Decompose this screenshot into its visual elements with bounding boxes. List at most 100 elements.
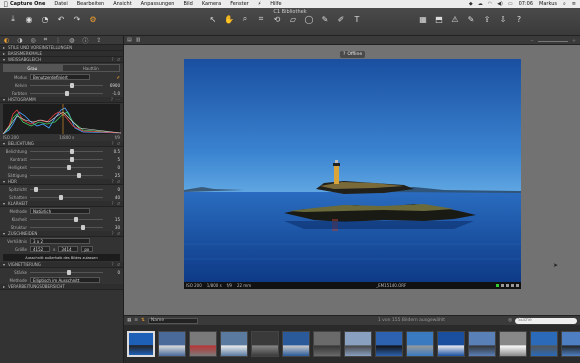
exposure-warning-icon[interactable]: ⚠ <box>450 14 460 24</box>
zoom-in-icon[interactable]: ＋ <box>572 38 576 44</box>
image-viewer[interactable]: ▤ ▥ － ＋ ? Offline ISO 200 1/800 s f/9 22… <box>124 36 580 315</box>
picker-tool-icon[interactable]: ✐ <box>336 14 346 24</box>
menu-datei[interactable]: Datei <box>54 1 67 7</box>
search-icon[interactable]: ⌕ <box>563 1 566 7</box>
hdr-1-slider[interactable] <box>30 194 103 200</box>
search-input[interactable]: Suche <box>515 317 577 324</box>
exposure-2-slider[interactable] <box>30 164 103 170</box>
proof-icon[interactable]: ⬒ <box>434 14 444 24</box>
tab-composition-icon[interactable]: ⌗ <box>44 36 47 44</box>
thumbnail[interactable] <box>189 331 217 357</box>
tint-slider[interactable] <box>30 90 103 96</box>
spot-tool-icon[interactable]: ◯ <box>304 14 314 24</box>
menu-app[interactable]: Capture One <box>10 1 45 7</box>
sort-icon[interactable]: ⇅ <box>141 318 145 323</box>
clarity-1-slider[interactable] <box>30 224 103 230</box>
section-histogram[interactable]: ▾ Histogramm? ⋯ <box>0 97 123 103</box>
crop-height-field[interactable]: 3414 <box>58 246 79 252</box>
volume-icon[interactable]: ◀) <box>497 1 503 7</box>
apply-adjust-icon[interactable]: ⇩ <box>498 14 508 24</box>
hdr-1-value[interactable]: 40 <box>106 195 120 200</box>
menu-kamera[interactable]: Kamera <box>202 1 221 7</box>
tab-metadata-icon[interactable]: ⓘ <box>82 36 88 45</box>
tab-output-icon[interactable]: ⇪ <box>96 37 101 44</box>
thumbnail[interactable] <box>561 331 580 357</box>
dropbox-icon[interactable]: ◆ <box>469 1 473 7</box>
thumbnail[interactable] <box>251 331 279 357</box>
tab-exposure-icon[interactable]: ◑ <box>17 37 22 44</box>
grid-icon[interactable]: ▦ <box>127 318 131 323</box>
exposure-0-value[interactable]: 0.5 <box>106 149 120 154</box>
zoom-tool-icon[interactable]: ⌕ <box>240 14 250 24</box>
select-tool-icon[interactable]: ↖ <box>208 14 218 24</box>
history-icon[interactable]: ◔ <box>40 14 50 24</box>
grid-view-icon[interactable]: ▦ <box>418 14 428 24</box>
camera-icon[interactable]: ◉ <box>24 14 34 24</box>
clarity-1-value[interactable]: 30 <box>106 225 120 230</box>
slider-knob[interactable] <box>77 172 82 178</box>
slider-knob[interactable] <box>70 148 75 154</box>
thumbnail[interactable] <box>344 331 372 357</box>
slider-knob[interactable] <box>33 186 38 192</box>
tab-hautton[interactable]: Hauttön <box>61 64 120 72</box>
text-tool-icon[interactable]: T <box>352 14 362 24</box>
thumbnail[interactable] <box>375 331 403 357</box>
thumbnail[interactable] <box>158 331 186 357</box>
menu-ansicht[interactable]: Ansicht <box>113 1 131 7</box>
pan-tool-icon[interactable]: ✋ <box>224 14 234 24</box>
exposure-3-value[interactable]: 25 <box>106 173 120 178</box>
vignette-method-select[interactable]: Elliptisch im Ausschnitt <box>30 277 100 283</box>
thumbnail[interactable] <box>220 331 248 357</box>
tab-detail-icon[interactable]: ⋮ <box>55 37 61 44</box>
thumbnail[interactable] <box>437 331 465 357</box>
slider-knob[interactable] <box>66 164 71 170</box>
tab-lens-icon[interactable]: ◎ <box>31 37 36 44</box>
slider-knob[interactable] <box>70 156 75 162</box>
import-icon[interactable]: ⤓ <box>8 14 18 24</box>
forward-icon[interactable]: ↷ <box>72 14 82 24</box>
tab-grau[interactable]: Grau <box>3 64 62 72</box>
slider-knob[interactable] <box>81 224 86 230</box>
help-icon[interactable]: ? <box>514 14 524 24</box>
thumbnail[interactable] <box>468 331 496 357</box>
multi-view-icon[interactable]: ▤ <box>127 37 132 43</box>
rotate-tool-icon[interactable]: ⟲ <box>272 14 282 24</box>
list-icon[interactable]: ≡ <box>572 1 576 7</box>
tab-local-icon[interactable]: ◍ <box>69 37 74 44</box>
keystone-tool-icon[interactable]: ▱ <box>288 14 298 24</box>
list-view-icon[interactable]: ≡ <box>134 318 138 323</box>
exposure-3-slider[interactable] <box>30 172 103 178</box>
sort-select[interactable]: Name <box>147 317 198 324</box>
slider-knob[interactable] <box>59 194 64 200</box>
clarity-method-select[interactable]: Natürlich <box>30 208 90 214</box>
wifi-icon[interactable]: ◠ <box>488 1 492 7</box>
exposure-0-slider[interactable] <box>30 148 103 154</box>
clarity-0-value[interactable]: 15 <box>106 217 120 222</box>
battery-icon[interactable]: ▭ <box>508 1 513 7</box>
crop-ratio-select[interactable]: 3 x 2 <box>30 238 90 244</box>
wb-mode-select[interactable]: Benutzerdefiniert <box>30 74 90 80</box>
exposure-1-slider[interactable] <box>30 156 103 162</box>
clock[interactable]: 07:06 <box>519 1 533 7</box>
section-processing[interactable]: ▸ Verarbeitungsübersicht <box>0 284 123 290</box>
zoom-slider[interactable] <box>538 40 568 42</box>
edit-icon[interactable]: ✎ <box>466 14 476 24</box>
thumbnail[interactable] <box>313 331 341 357</box>
crop-unit-select[interactable]: px <box>81 246 94 252</box>
thumbnail[interactable] <box>282 331 310 357</box>
exposure-2-value[interactable]: 0 <box>106 165 120 170</box>
crop-outside-checkbox[interactable]: Ausschnitt außerhalb des Bildes zulassen <box>3 254 120 261</box>
zoom-out-icon[interactable]: － <box>530 38 534 44</box>
section-white-balance[interactable]: ▾ Weissabgleich? ↺ <box>0 57 123 63</box>
slider-knob[interactable] <box>73 216 78 222</box>
exposure-1-value[interactable]: 5 <box>106 157 120 162</box>
layout-icon[interactable]: ▥ <box>136 37 141 43</box>
preview-image[interactable] <box>184 59 521 282</box>
vignette-slider[interactable] <box>30 269 103 275</box>
menu-bild[interactable]: Bild <box>183 1 192 7</box>
color-tags[interactable] <box>496 284 519 287</box>
crop-width-field[interactable]: 4152 <box>30 246 50 252</box>
clarity-0-slider[interactable] <box>30 216 103 222</box>
lightning-icon[interactable]: ⚡ <box>258 1 262 7</box>
kelvin-slider[interactable] <box>30 82 103 88</box>
